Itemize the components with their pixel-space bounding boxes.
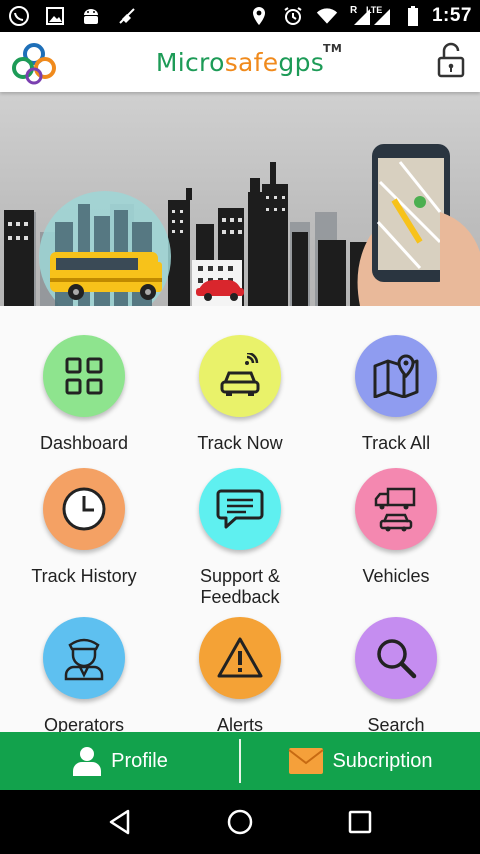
track-history-circle[interactable]: [43, 468, 125, 550]
tile-label-track-all: Track All: [361, 433, 431, 453]
bottom-action-bar: Profile Subcription: [0, 732, 480, 790]
operators-circle[interactable]: [43, 617, 125, 699]
brand-part-gps: gps: [278, 47, 325, 77]
app-logo-icon[interactable]: [8, 36, 60, 88]
tile-label-vehicles: Vehicles: [362, 566, 430, 586]
tile-label-support-line2: Feedback: [200, 587, 280, 607]
trademark-mark: TM: [323, 41, 343, 55]
back-icon[interactable]: [100, 802, 140, 842]
wifi-icon: [316, 5, 338, 27]
hero-banner: [0, 92, 480, 306]
tile-search[interactable]: Search: [316, 617, 476, 732]
home-icon[interactable]: [220, 802, 260, 842]
clock-time: 1:57: [431, 5, 472, 26]
envelope-icon: [288, 748, 325, 774]
battery-icon: [406, 5, 420, 27]
android-nav-bar: [0, 790, 480, 854]
operator-icon: [64, 638, 104, 681]
person-icon: [73, 747, 102, 776]
app-header: Microsafegps TM: [0, 32, 480, 92]
car-signal-icon: [220, 353, 260, 396]
tile-label-operators: Operators: [43, 715, 125, 732]
alerts-circle[interactable]: [199, 617, 281, 699]
signal-icon: R LTE: [350, 5, 394, 27]
tile-track-all[interactable]: Track All: [316, 335, 476, 454]
brand-title: Microsafegps TM: [155, 42, 342, 77]
support-circle[interactable]: [199, 468, 281, 550]
status-bar: R LTE 1:57: [0, 0, 480, 32]
tile-label-track-now: Track Now: [197, 433, 283, 453]
truck-car-icon: [374, 487, 416, 532]
android-icon: [80, 5, 102, 27]
brand-part-safe: safe: [224, 47, 279, 77]
roaming-label: R: [349, 5, 358, 16]
tile-label-track-history: Track History: [31, 566, 137, 586]
network-label: LTE: [365, 5, 383, 15]
subscription-label: Subcription: [332, 749, 433, 772]
tile-vehicles[interactable]: Vehicles: [316, 468, 476, 587]
no-sync-icon: [116, 5, 138, 27]
grid-icon: [65, 357, 103, 395]
dashboard-circle[interactable]: [43, 335, 125, 417]
track-all-circle[interactable]: [355, 335, 437, 417]
tile-label-support-line1: Support &: [199, 566, 281, 586]
tile-label-dashboard: Dashboard: [39, 433, 129, 453]
tile-track-history[interactable]: Track History: [4, 468, 164, 587]
profile-label: Profile: [111, 749, 168, 772]
lock-icon[interactable]: [436, 42, 466, 78]
tile-dashboard[interactable]: Dashboard: [4, 335, 164, 454]
vehicles-circle[interactable]: [355, 468, 437, 550]
chat-icon: [216, 489, 264, 529]
recents-icon[interactable]: [340, 802, 380, 842]
search-icon: [377, 639, 417, 679]
brand-part-micro: Micro: [155, 47, 225, 77]
track-now-circle[interactable]: [199, 335, 281, 417]
map-pin-icon: [373, 354, 419, 398]
tile-track-now[interactable]: Track Now: [160, 335, 320, 454]
image-icon: [44, 5, 66, 27]
subscription-button[interactable]: Subcription: [241, 732, 480, 790]
tile-label-support-feedback: Support & Feedback: [160, 566, 320, 608]
tile-label-alerts: Alerts: [216, 715, 263, 732]
tile-operators[interactable]: Operators: [4, 617, 164, 732]
feature-grid: Dashboard Track Now Track All Track Hist…: [0, 306, 480, 732]
tile-label-search: Search: [367, 715, 425, 732]
whatsapp-icon: [8, 5, 30, 27]
tile-support-feedback[interactable]: Support & Feedback: [160, 468, 320, 608]
profile-button[interactable]: Profile: [0, 732, 239, 790]
tile-alerts[interactable]: Alerts: [160, 617, 320, 732]
warning-icon: [217, 637, 263, 678]
clock-icon: [62, 487, 106, 531]
alarm-icon: [282, 5, 304, 27]
search-circle[interactable]: [355, 617, 437, 699]
city-skyline-illustration: [4, 144, 480, 306]
location-icon: [248, 5, 270, 27]
